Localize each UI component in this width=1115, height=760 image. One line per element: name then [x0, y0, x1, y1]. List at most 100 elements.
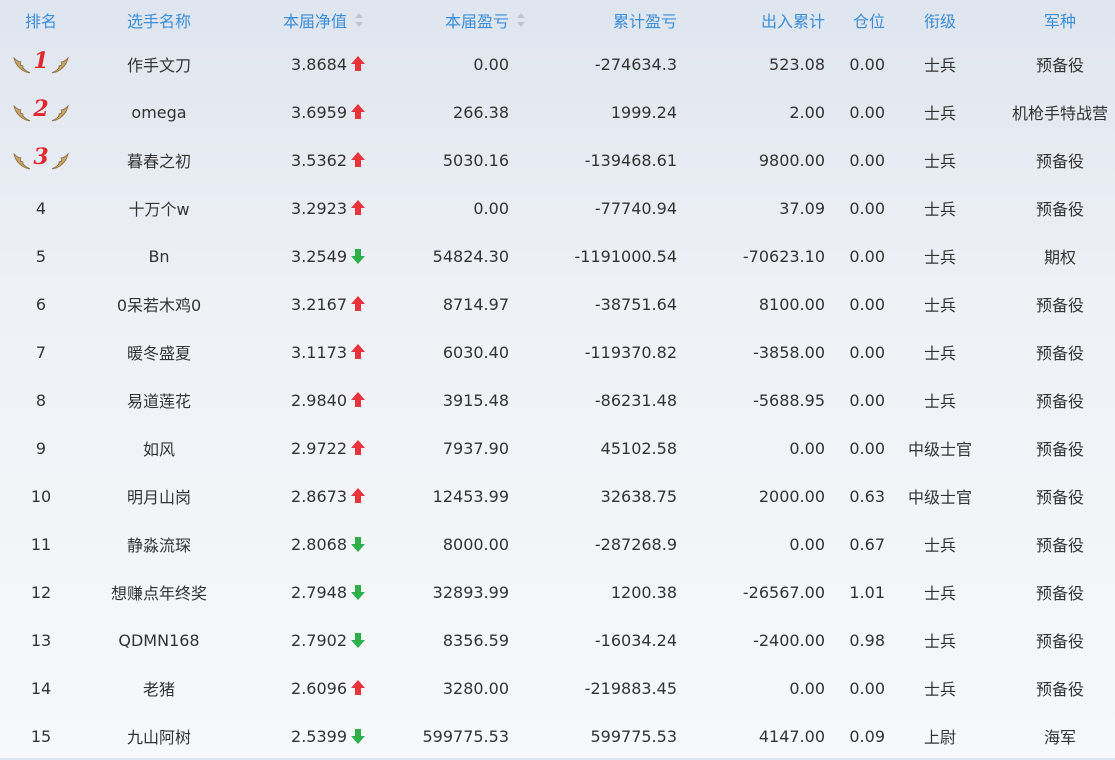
grade-cell: 士兵: [923, 248, 956, 267]
rank-number: 5: [35, 246, 47, 266]
table-row[interactable]: 8 易道莲花 2.9840 3915.48 -86231.48 -5688.95 0.00 士…: [0, 376, 1115, 424]
table-row[interactable]: 2 omega 3.6959 266.38 1999.24 2.00 0.00 士兵 机枪手特战…: [0, 88, 1115, 136]
nav-value: 2.7948: [291, 582, 347, 602]
arrow-down-icon: [351, 584, 365, 600]
rank-number: 7: [35, 342, 47, 362]
position-cell: 0.00: [849, 102, 885, 122]
player-name[interactable]: 九山阿树: [82, 724, 236, 748]
cum-pnl-cell: -1191000.54: [574, 246, 677, 266]
grade-cell: 士兵: [923, 584, 956, 603]
rank-cell: 9: [0, 439, 82, 458]
arrow-down-icon: [351, 536, 365, 552]
grade-cell: 士兵: [923, 296, 956, 315]
army-cell: 预备役: [1035, 488, 1084, 507]
rank-number: 2: [33, 96, 49, 122]
rank-cell: 6: [0, 295, 82, 314]
table-row[interactable]: 12 想赚点年终奖 2.7948 32893.99 1200.38 -26567.00 1.…: [0, 568, 1115, 616]
nav-cell: 2.6096: [236, 679, 381, 698]
arrow-up-icon: [351, 344, 365, 360]
cum-pnl-cell: -139468.61: [584, 150, 677, 170]
flow-cell: 0.00: [789, 678, 825, 698]
table-row[interactable]: 4 十万个w 3.2923 0.00 -77740.94 37.09 0.00 士兵 预备役: [0, 184, 1115, 232]
nav-cell: 3.2549: [236, 247, 381, 266]
player-name[interactable]: 静淼流琛: [82, 532, 236, 556]
col-header-pos: 仓位: [852, 12, 885, 31]
player-name[interactable]: 想赚点年终奖: [82, 580, 236, 604]
pnl-cell: 7937.90: [442, 438, 509, 458]
nav-cell: 2.7948: [236, 583, 381, 602]
wing-icon: [51, 151, 69, 171]
cum-pnl-cell: 1999.24: [610, 102, 677, 122]
grade-cell: 中级士官: [907, 440, 972, 459]
cum-pnl-cell: -287268.9: [594, 534, 677, 554]
grade-cell: 士兵: [923, 152, 956, 171]
table-row[interactable]: 3 暮春之初 3.5362 5030.16 -139468.61 9800.00 0.00 士…: [0, 136, 1115, 184]
rank-cell: 14: [0, 679, 82, 698]
grade-cell: 士兵: [923, 56, 956, 75]
table-row[interactable]: 15 九山阿树 2.5399 599775.53 599775.53 4147.00 0.0…: [0, 712, 1115, 760]
nav-cell: 2.9722: [236, 439, 381, 458]
position-cell: 0.00: [849, 150, 885, 170]
table-body: 1 作手文刀 3.8684 0.00 -274634.3 523.08 0.00 士兵 预备役 2…: [0, 40, 1115, 760]
nav-value: 3.2923: [291, 198, 347, 218]
table-row[interactable]: 9 如风 2.9722 7937.90 45102.58 0.00 0.00 中级士官 预备役: [0, 424, 1115, 472]
rank-number: 12: [30, 582, 52, 602]
player-name[interactable]: 易道莲花: [82, 388, 236, 412]
pnl-cell: 8714.97: [442, 294, 509, 314]
nav-value: 3.1173: [291, 342, 347, 362]
table-row[interactable]: 11 静淼流琛 2.8068 8000.00 -287268.9 0.00 0.67 士兵 预备…: [0, 520, 1115, 568]
wing-icon: [13, 103, 31, 123]
player-name[interactable]: 明月山岗: [82, 484, 236, 508]
rank-medal-icon: 2: [13, 96, 69, 127]
army-cell: 预备役: [1035, 680, 1084, 699]
col-header-pnl[interactable]: 本届盈亏: [381, 8, 529, 32]
rank-cell: 7: [0, 343, 82, 362]
cum-pnl-cell: 1200.38: [610, 582, 677, 602]
rank-cell: 11: [0, 535, 82, 554]
player-name[interactable]: Bn: [82, 247, 236, 266]
army-cell: 海军: [1043, 728, 1076, 747]
player-name[interactable]: 暮春之初: [82, 148, 236, 172]
col-header-cum: 累计盈亏: [612, 12, 677, 31]
pnl-cell: 599775.53: [422, 726, 509, 746]
cum-pnl-cell: -119370.82: [584, 342, 677, 362]
flow-cell: 4147.00: [758, 726, 825, 746]
player-name[interactable]: 作手文刀: [82, 52, 236, 76]
army-cell: 预备役: [1035, 392, 1084, 411]
col-header-nav[interactable]: 本届净值: [236, 8, 381, 32]
pnl-cell: 54824.30: [432, 246, 509, 266]
player-name[interactable]: omega: [82, 103, 236, 122]
table-row[interactable]: 1 作手文刀 3.8684 0.00 -274634.3 523.08 0.00 士兵 预备役: [0, 40, 1115, 88]
cum-pnl-cell: 599775.53: [590, 726, 677, 746]
arrow-down-icon: [351, 632, 365, 648]
player-name[interactable]: QDMN168: [82, 631, 236, 650]
player-name[interactable]: 0呆若木鸡0: [82, 292, 236, 316]
arrow-up-icon: [351, 296, 365, 312]
player-name[interactable]: 暖冬盛夏: [82, 340, 236, 364]
table-row[interactable]: 6 0呆若木鸡0 3.2167 8714.97 -38751.64 8100.00 0.00…: [0, 280, 1115, 328]
cum-pnl-cell: -38751.64: [594, 294, 677, 314]
player-name[interactable]: 老猪: [82, 676, 236, 700]
grade-cell: 士兵: [923, 392, 956, 411]
table-row[interactable]: 13 QDMN168 2.7902 8356.59 -16034.24 -2400.00 0…: [0, 616, 1115, 664]
arrow-up-icon: [351, 440, 365, 456]
cum-pnl-cell: -86231.48: [594, 390, 677, 410]
player-name[interactable]: 十万个w: [82, 196, 236, 220]
cum-pnl-cell: -274634.3: [594, 54, 677, 74]
sort-icon[interactable]: [517, 13, 525, 27]
sort-icon[interactable]: [355, 13, 363, 27]
rank-cell: 4: [0, 199, 82, 218]
table-row[interactable]: 14 老猪 2.6096 3280.00 -219883.45 0.00 0.00 士兵 预备役: [0, 664, 1115, 712]
position-cell: 0.00: [849, 390, 885, 410]
army-cell: 预备役: [1035, 344, 1084, 363]
nav-value: 2.6096: [291, 678, 347, 698]
arrow-up-icon: [351, 56, 365, 72]
nav-cell: 2.7902: [236, 631, 381, 650]
army-cell: 预备役: [1035, 632, 1084, 651]
table-row[interactable]: 10 明月山岗 2.8673 12453.99 32638.75 2000.00 0.63 中…: [0, 472, 1115, 520]
table-row[interactable]: 5 Bn 3.2549 54824.30 -1191000.54 -70623.10 0.0…: [0, 232, 1115, 280]
table-row[interactable]: 7 暖冬盛夏 3.1173 6030.40 -119370.82 -3858.00 0.00…: [0, 328, 1115, 376]
player-name[interactable]: 如风: [82, 436, 236, 460]
position-cell: 0.63: [849, 486, 885, 506]
pnl-cell: 3915.48: [442, 390, 509, 410]
